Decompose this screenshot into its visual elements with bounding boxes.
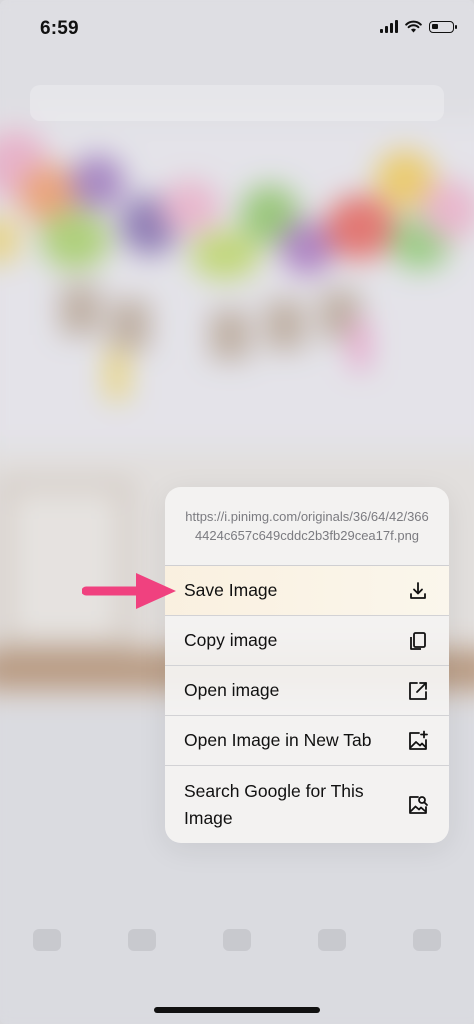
new-tab-image-icon (407, 730, 429, 752)
battery-icon (429, 20, 457, 33)
menu-item-copy-image[interactable]: Copy image (165, 616, 449, 666)
cellular-signal-icon (380, 20, 398, 33)
menu-item-label: Open image (184, 680, 280, 700)
menu-item-open-image-new-tab[interactable]: Open Image in New Tab (165, 716, 449, 766)
menu-item-save-image[interactable]: Save Image (165, 566, 449, 616)
home-indicator (154, 1007, 320, 1013)
pointer-arrow-annotation (82, 573, 176, 609)
menu-header: https://i.pinimg.com/originals/36/64/42/… (165, 487, 449, 566)
open-external-icon (407, 680, 429, 702)
menu-item-label: Copy image (184, 630, 278, 650)
address-bar-blurred (30, 85, 444, 121)
wifi-icon (405, 20, 422, 33)
menu-item-label: Open Image in New Tab (184, 730, 372, 750)
download-icon (407, 580, 429, 602)
image-context-menu: https://i.pinimg.com/originals/36/64/42/… (165, 487, 449, 843)
browser-toolbar-blurred (0, 915, 474, 965)
menu-item-label: Search Google for This Image (184, 780, 364, 828)
status-time: 6:59 (40, 18, 79, 39)
menu-item-search-google-image[interactable]: Search Google for This Image (165, 766, 449, 843)
status-bar: 6:59 (0, 0, 474, 60)
menu-item-open-image[interactable]: Open image (165, 666, 449, 716)
image-url: https://i.pinimg.com/originals/36/64/42/… (185, 509, 429, 543)
copy-icon (407, 630, 429, 652)
menu-item-label: Save Image (184, 580, 278, 600)
phone-screen: 6:59 https://i.pinimg.com/originals/36/6… (0, 0, 474, 1024)
image-search-icon (407, 794, 429, 816)
